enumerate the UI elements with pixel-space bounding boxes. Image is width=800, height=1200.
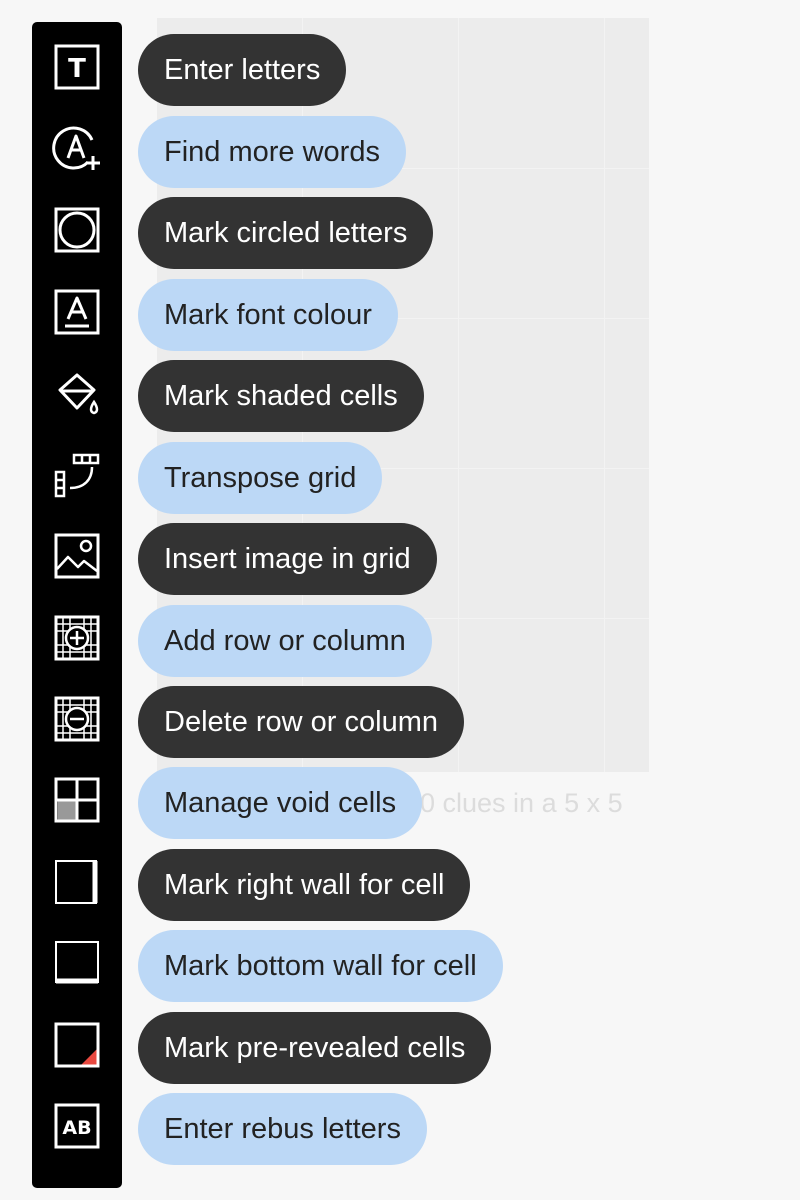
grid-status-text: 0 clues in a 5 x 5 — [420, 788, 623, 818]
tool-enter-letters[interactable]: T — [32, 32, 122, 102]
mark-font-colour-button[interactable]: Mark font colour — [138, 279, 398, 351]
find-more-words-button[interactable]: Find more words — [138, 116, 406, 188]
mark-bottom-wall-button[interactable]: Mark bottom wall for cell — [138, 930, 503, 1002]
paint-bucket-icon — [58, 373, 99, 415]
svg-text:AB: AB — [62, 1117, 91, 1139]
delete-row-column-icon — [54, 696, 100, 742]
svg-text:T: T — [68, 54, 86, 84]
enter-rebus-button[interactable]: Enter rebus letters — [138, 1093, 427, 1165]
find-words-icon — [52, 126, 100, 170]
grid-line — [604, 18, 605, 772]
add-row-column-icon — [54, 615, 100, 661]
delete-row-column-button[interactable]: Delete row or column — [138, 686, 464, 758]
right-wall-icon — [55, 860, 98, 904]
tool-mark-shaded-cells[interactable] — [32, 358, 122, 428]
tool-manage-void-cells[interactable] — [32, 765, 122, 835]
tool-insert-image[interactable] — [32, 521, 122, 591]
void-cells-icon — [54, 777, 100, 823]
tool-mark-font-colour[interactable] — [32, 277, 122, 347]
add-row-column-button[interactable]: Add row or column — [138, 605, 432, 677]
enter-letters-button[interactable]: Enter letters — [138, 34, 347, 106]
transpose-grid-icon — [54, 453, 100, 498]
tool-delete-row-column[interactable] — [32, 684, 122, 754]
tool-enter-rebus[interactable]: AB — [32, 1091, 122, 1161]
tool-find-more-words[interactable] — [32, 114, 122, 184]
font-colour-icon — [54, 289, 100, 335]
insert-image-button[interactable]: Insert image in grid — [138, 523, 437, 595]
rebus-icon: AB — [54, 1103, 100, 1149]
mark-right-wall-button[interactable]: Mark right wall for cell — [138, 849, 471, 921]
tool-mark-pre-revealed[interactable] — [32, 1010, 122, 1080]
pre-revealed-icon — [54, 1022, 100, 1068]
manage-void-cells-button[interactable]: Manage void cells — [138, 767, 423, 839]
tool-transpose-grid[interactable] — [32, 440, 122, 510]
circled-letters-icon — [54, 207, 100, 253]
mark-circled-letters-button[interactable]: Mark circled letters — [138, 197, 434, 269]
text-tool-icon: T — [54, 44, 100, 90]
tool-mark-bottom-wall[interactable] — [32, 928, 122, 998]
image-icon — [54, 533, 100, 579]
bottom-wall-icon — [55, 941, 99, 984]
mark-pre-revealed-button[interactable]: Mark pre-revealed cells — [138, 1012, 492, 1084]
grid-line — [458, 18, 459, 772]
tool-add-row-column[interactable] — [32, 603, 122, 673]
mark-shaded-cells-button[interactable]: Mark shaded cells — [138, 360, 424, 432]
tool-mark-right-wall[interactable] — [32, 847, 122, 917]
transpose-grid-button[interactable]: Transpose grid — [138, 442, 383, 514]
tool-sidebar: T AB — [32, 22, 122, 1188]
tool-mark-circled-letters[interactable] — [32, 195, 122, 265]
